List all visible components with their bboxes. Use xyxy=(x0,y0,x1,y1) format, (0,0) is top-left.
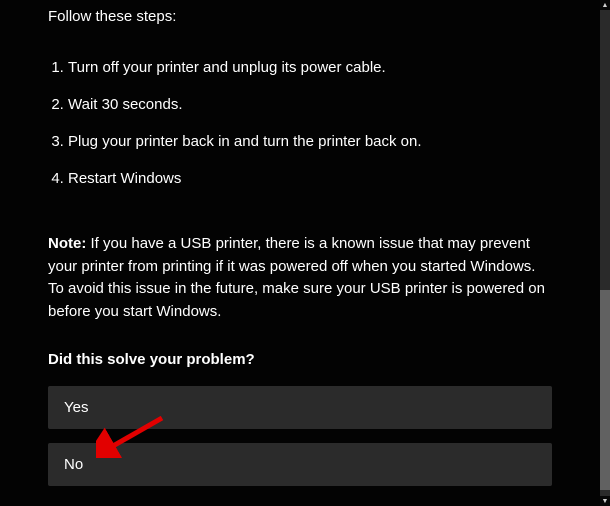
troubleshooter-content: Follow these steps: Turn off your printe… xyxy=(0,0,600,506)
note-text: If you have a USB printer, there is a kn… xyxy=(48,235,545,320)
note-block: Note: If you have a USB printer, there i… xyxy=(48,233,552,323)
yes-button[interactable]: Yes xyxy=(48,386,552,429)
steps-list: Turn off your printer and unplug its pow… xyxy=(48,49,552,197)
note-label: Note: xyxy=(48,235,86,252)
intro-text: Follow these steps: xyxy=(48,0,552,49)
step-item: Restart Windows xyxy=(68,160,552,197)
feedback-question: Did this solve your problem? xyxy=(48,351,552,368)
no-button[interactable]: No xyxy=(48,443,552,486)
scrollbar-thumb[interactable] xyxy=(600,290,610,490)
scrollbar-down-icon[interactable]: ▼ xyxy=(600,496,610,506)
step-item: Wait 30 seconds. xyxy=(68,86,552,123)
scrollbar-up-icon[interactable]: ▲ xyxy=(600,0,610,10)
scrollbar-track[interactable]: ▲ ▼ xyxy=(600,0,610,506)
step-item: Turn off your printer and unplug its pow… xyxy=(68,49,552,86)
step-item: Plug your printer back in and turn the p… xyxy=(68,123,552,160)
